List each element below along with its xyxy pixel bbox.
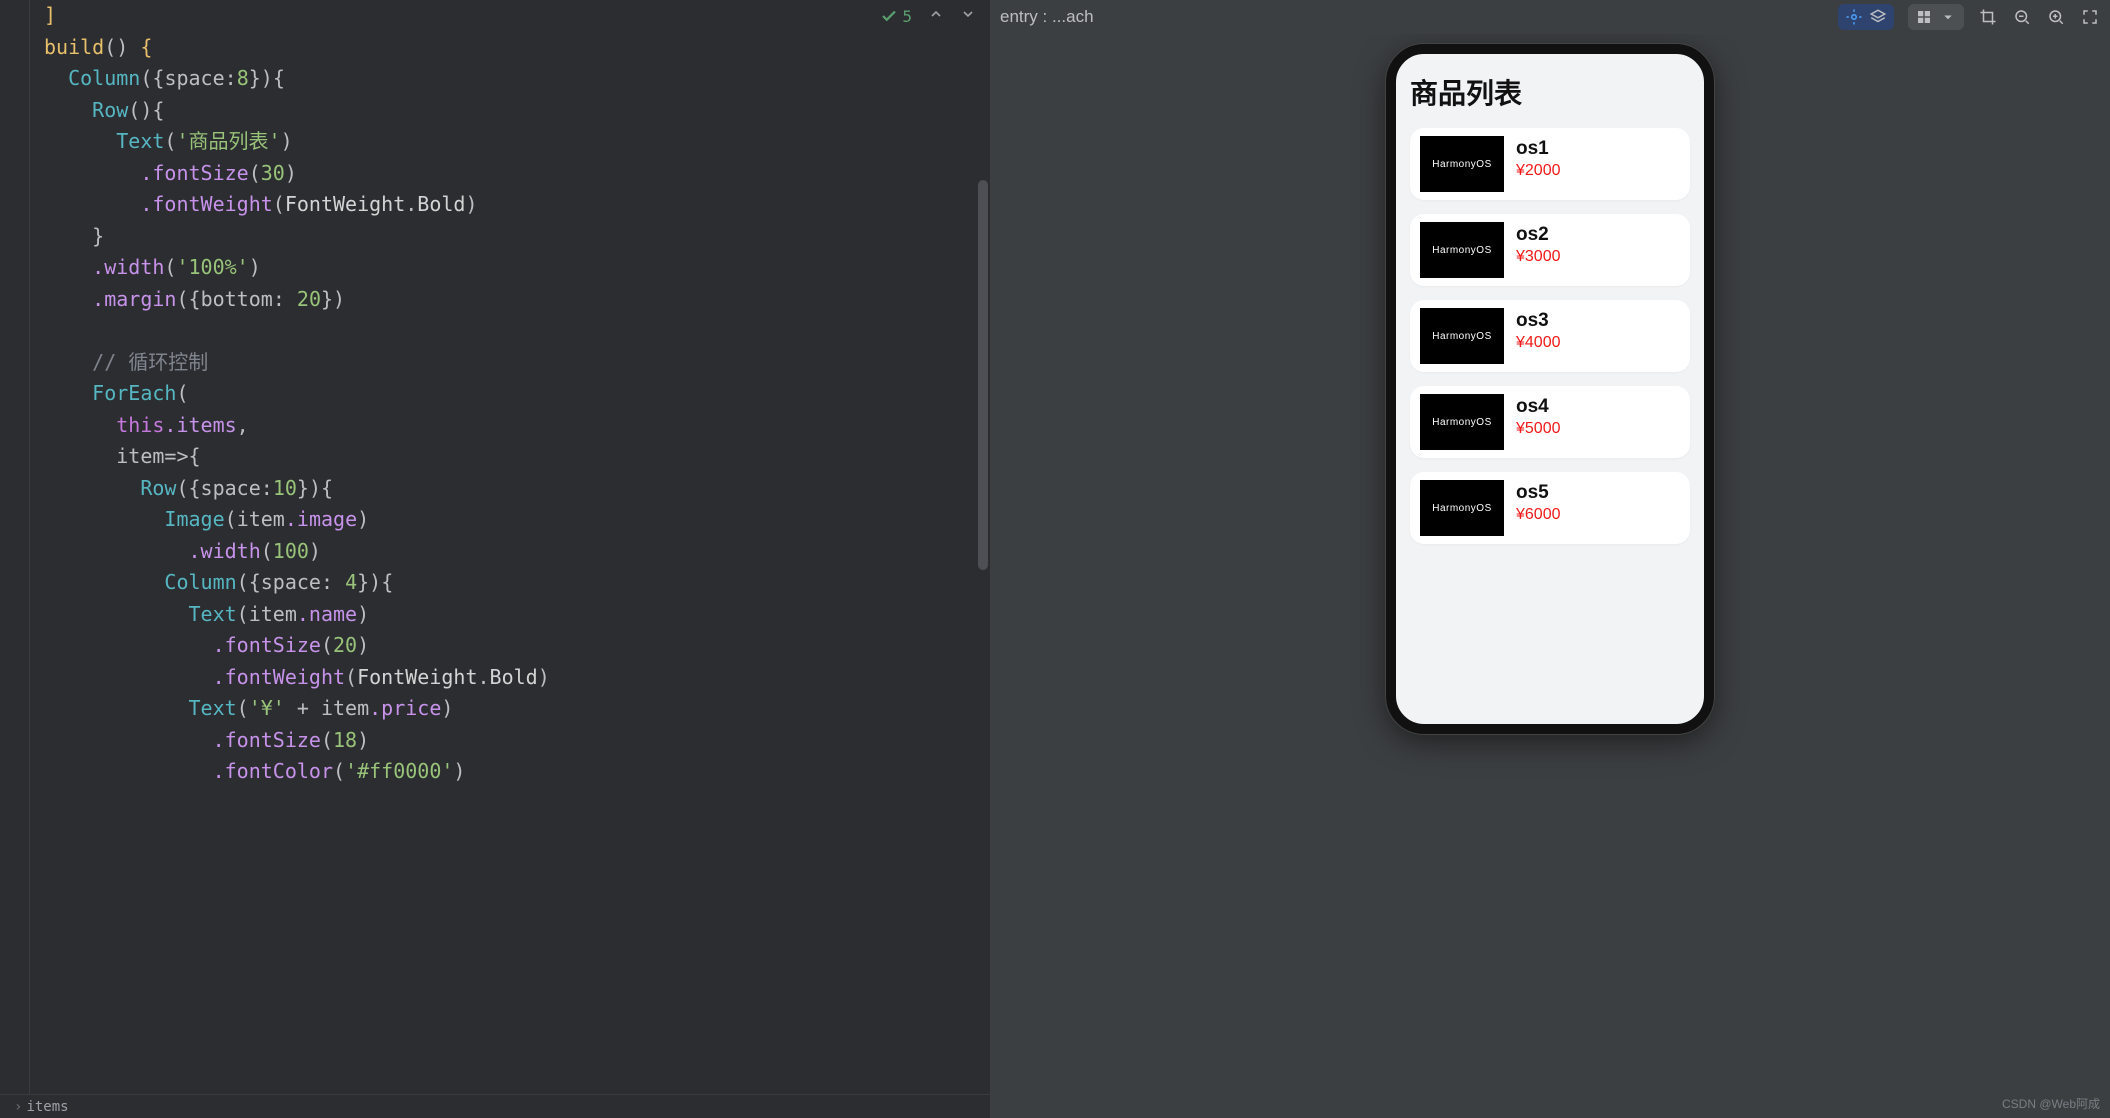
page-title: 商品列表 bbox=[1410, 72, 1690, 112]
product-price: ¥5000 bbox=[1516, 420, 1561, 438]
product-thumbnail: HarmonyOS bbox=[1420, 308, 1504, 364]
grid-icon[interactable] bbox=[1914, 7, 1934, 27]
product-thumbnail: HarmonyOS bbox=[1420, 480, 1504, 536]
device-side-button bbox=[1712, 254, 1714, 334]
product-name: os3 bbox=[1516, 310, 1561, 332]
product-card[interactable]: HarmonyOS os2 ¥3000 bbox=[1410, 214, 1690, 286]
preview-toolbar: entry : ...ach bbox=[990, 0, 2110, 34]
product-price: ¥3000 bbox=[1516, 248, 1561, 266]
device-frame: 商品列表 HarmonyOSos1¥2000HarmonyOSos2¥3000H… bbox=[1386, 44, 1714, 734]
crop-icon[interactable] bbox=[1978, 7, 1998, 27]
preview-title: entry : ...ach bbox=[1000, 7, 1094, 27]
device-screen[interactable]: 商品列表 HarmonyOSos1¥2000HarmonyOSos2¥3000H… bbox=[1396, 54, 1704, 576]
product-card[interactable]: HarmonyOS os4 ¥5000 bbox=[1410, 386, 1690, 458]
product-card[interactable]: HarmonyOS os1 ¥2000 bbox=[1410, 128, 1690, 200]
breadcrumb-item[interactable]: items bbox=[26, 1099, 68, 1115]
product-price: ¥6000 bbox=[1516, 506, 1561, 524]
target-icon[interactable] bbox=[1844, 7, 1864, 27]
watermark: CSDN @Web阿成 bbox=[2002, 1095, 2100, 1112]
code-area[interactable]: ] build() { Column({space:8}){ Row(){ Te… bbox=[30, 0, 990, 1094]
preview-pane: entry : ...ach bbox=[990, 0, 2110, 1118]
editor-scrollbar[interactable] bbox=[978, 180, 988, 570]
zoom-in-icon[interactable] bbox=[2046, 7, 2066, 27]
product-name: os1 bbox=[1516, 138, 1561, 160]
product-name: os5 bbox=[1516, 482, 1561, 504]
product-thumbnail: HarmonyOS bbox=[1420, 394, 1504, 450]
product-card[interactable]: HarmonyOS os5 ¥6000 bbox=[1410, 472, 1690, 544]
fullscreen-icon[interactable] bbox=[2080, 7, 2100, 27]
product-card[interactable]: HarmonyOS os3 ¥4000 bbox=[1410, 300, 1690, 372]
gutter bbox=[0, 0, 30, 1094]
inspector-toggle-group bbox=[1838, 4, 1894, 30]
product-price: ¥2000 bbox=[1516, 162, 1561, 180]
product-price: ¥4000 bbox=[1516, 334, 1561, 352]
dropdown-icon[interactable] bbox=[1938, 7, 1958, 27]
product-name: os4 bbox=[1516, 396, 1561, 418]
device-side-button bbox=[1712, 174, 1714, 234]
view-mode-group bbox=[1908, 4, 1964, 30]
zoom-out-icon[interactable] bbox=[2012, 7, 2032, 27]
breadcrumb[interactable]: › items bbox=[0, 1094, 990, 1118]
product-name: os2 bbox=[1516, 224, 1561, 246]
layers-icon[interactable] bbox=[1868, 7, 1888, 27]
code-editor-pane: 5 ] build() { Column({space:8}){ Row(){ … bbox=[0, 0, 990, 1118]
product-thumbnail: HarmonyOS bbox=[1420, 222, 1504, 278]
product-thumbnail: HarmonyOS bbox=[1420, 136, 1504, 192]
